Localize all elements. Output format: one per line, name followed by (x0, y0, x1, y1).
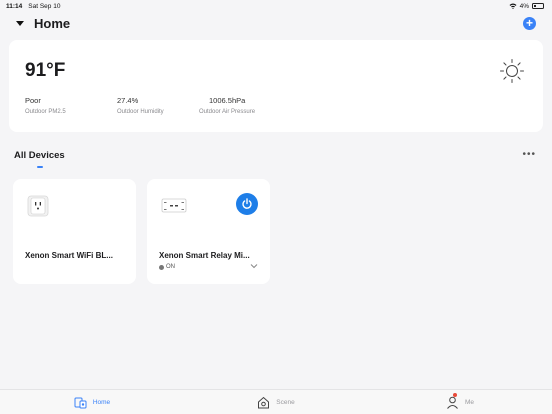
battery-percent: 4% (519, 2, 529, 10)
battery-icon (532, 3, 544, 9)
status-dot-icon (159, 264, 164, 270)
metric-label: Outdoor Humidity (117, 109, 164, 115)
tab-me[interactable]: Me (368, 390, 552, 414)
device-card-relay[interactable]: Xenon Smart Relay Mi... ON (147, 179, 270, 284)
add-device-button[interactable]: + (523, 16, 536, 30)
home-dropdown-caret-icon[interactable] (16, 20, 24, 26)
power-icon (242, 198, 252, 209)
device-card-wifi-bl[interactable]: Xenon Smart WiFi BL... (13, 179, 136, 284)
header: Home + (0, 12, 552, 34)
section-tab-indicator (37, 166, 43, 168)
power-button[interactable] (236, 193, 258, 215)
metric-air-pressure: 1006.5hPa Outdoor Air Pressure (199, 96, 279, 115)
status-bar: 11:14 Sat Sep 10 4% (0, 0, 552, 12)
home-title[interactable]: Home (34, 16, 70, 31)
status-time: 11:14 (6, 2, 23, 10)
metric-value: Poor (25, 96, 41, 105)
tab-scene[interactable]: Scene (184, 390, 368, 414)
sun-icon (500, 59, 524, 83)
weather-metrics: Poor Outdoor PM2.5 27.4% Outdoor Humidit… (25, 96, 303, 115)
device-status-text: ON (166, 264, 175, 270)
tab-label: Me (464, 398, 475, 406)
metric-pm25: Poor Outdoor PM2.5 (25, 96, 93, 115)
status-date: Sat Sep 10 (28, 2, 61, 10)
bottom-tab-bar: Home Scene Me (0, 389, 552, 414)
all-devices-title[interactable]: All Devices (14, 150, 65, 161)
device-name: Xenon Smart WiFi BL... (25, 251, 113, 260)
metric-label: Outdoor Air Pressure (199, 109, 256, 115)
device-name: Xenon Smart Relay Mi... (159, 251, 250, 260)
weather-card[interactable]: 91°F Poor Outdoor PM2.5 27.4% Outdoor Hu… (9, 40, 543, 132)
metric-value: 1006.5hPa (209, 96, 246, 105)
scene-house-icon (258, 396, 270, 408)
chevron-down-icon[interactable] (250, 263, 258, 269)
temperature-value: 91°F (25, 60, 66, 81)
relay-module-icon (161, 198, 187, 213)
wifi-icon (509, 3, 517, 9)
metric-value: 27.4% (117, 96, 139, 105)
tab-label: Home (92, 398, 111, 406)
status-right: 4% (509, 3, 544, 10)
smart-plug-icon (27, 195, 49, 217)
tab-label: Scene (276, 398, 295, 406)
notification-badge (453, 393, 457, 397)
device-status: ON (159, 264, 175, 270)
metric-label: Outdoor PM2.5 (25, 109, 66, 115)
more-options-button[interactable]: ••• (522, 149, 536, 160)
tab-home[interactable]: Home (0, 390, 184, 414)
person-icon (447, 396, 458, 409)
metric-humidity: 27.4% Outdoor Humidity (117, 96, 175, 115)
home-devices-icon (74, 397, 87, 408)
